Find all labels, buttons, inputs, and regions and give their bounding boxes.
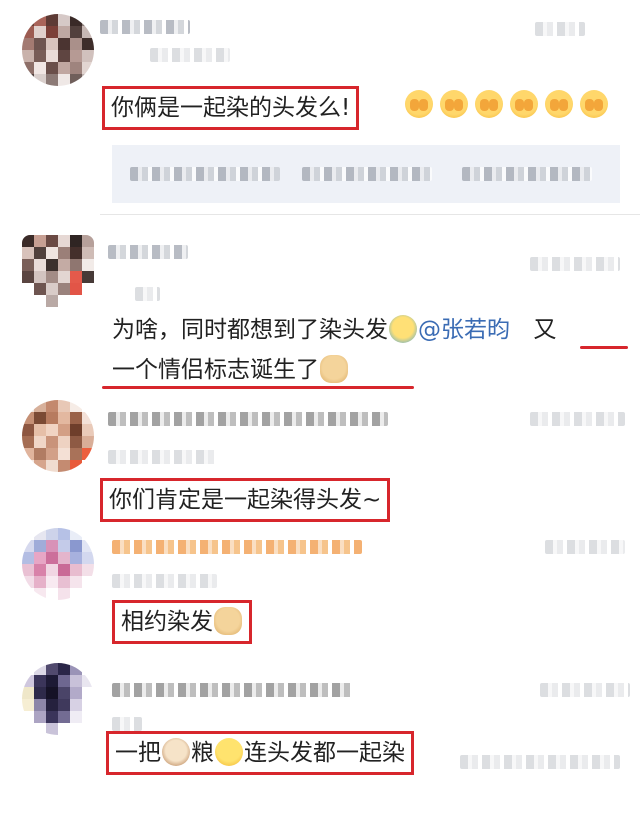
face-cover-icon <box>580 90 609 118</box>
meta-blurred <box>530 412 625 426</box>
comment-text: 为啥，同时都想到了染头发 <box>112 317 388 343</box>
comment-5: 一把 粮 连头发都一起染 <box>0 655 640 831</box>
face-cover-icon <box>545 90 574 118</box>
comment-text-box: 你俩是一起染的头发么! <box>102 86 360 130</box>
highlight-underline <box>102 386 414 389</box>
meta-blurred <box>540 683 630 697</box>
meta-blurred <box>108 450 218 464</box>
meta-blurred <box>150 48 230 62</box>
username-blurred[interactable] <box>108 412 388 426</box>
meta-blurred <box>135 287 160 301</box>
quoted-reply-box[interactable] <box>112 145 620 203</box>
username-blurred[interactable] <box>112 683 352 697</box>
avatar[interactable] <box>22 528 94 600</box>
mention-link[interactable]: @张若昀 <box>418 317 510 343</box>
quoted-reply-blurred <box>302 167 432 181</box>
laughing-icon <box>215 738 243 766</box>
username-blurred[interactable] <box>100 20 190 34</box>
avatar-mosaic <box>22 235 94 307</box>
hug-icon <box>389 315 417 343</box>
comment-text: 又 <box>533 317 557 343</box>
avatar[interactable] <box>22 14 94 86</box>
face-cover-icon <box>440 90 469 118</box>
face-cover-icon <box>510 90 539 118</box>
comment-text: 一个情侣标志诞生了 <box>112 357 319 383</box>
avatar-mosaic <box>22 400 94 472</box>
comment-text-line1: 为啥，同时都想到了染头发 @张若昀 又 <box>112 313 556 347</box>
comment-4: 相约染发 <box>0 520 640 655</box>
meta-blurred <box>112 574 217 588</box>
comment-1: 你俩是一起染的头发么! <box>0 0 640 215</box>
comment-text: 粮 <box>191 740 214 766</box>
doge-icon <box>320 355 348 383</box>
comment-3: 你们肯定是一起染得头发~ <box>0 390 640 522</box>
comment-text: 连头发都一起染 <box>244 740 405 766</box>
comment-text-box: 一把 粮 连头发都一起染 <box>106 731 414 775</box>
avatar[interactable] <box>22 235 94 307</box>
comment-text: 相约染发 <box>121 609 213 635</box>
comment-text-box: 相约染发 <box>112 600 252 644</box>
avatar-mosaic <box>22 663 94 735</box>
doge-icon <box>214 607 242 635</box>
highlight-underline <box>580 346 628 349</box>
username-blurred[interactable] <box>108 245 188 259</box>
comment-text: 一把 <box>115 740 161 766</box>
reaction-emojis <box>404 90 609 118</box>
avatar-mosaic <box>22 528 94 600</box>
comment-text: 你们肯定是一起染得头发~ <box>109 487 382 513</box>
avatar[interactable] <box>22 400 94 472</box>
comment-2: 为啥，同时都想到了染头发 @张若昀 又 一个情侣标志诞生了 <box>0 215 640 390</box>
face-cover-icon <box>475 90 504 118</box>
meta-blurred <box>535 22 585 36</box>
meta-blurred <box>530 257 620 271</box>
quoted-reply-blurred <box>130 167 280 181</box>
avatar[interactable] <box>22 663 94 735</box>
username-blurred[interactable] <box>112 540 362 554</box>
trailing-blurred <box>460 755 620 769</box>
meta-blurred <box>112 717 142 731</box>
face-cover-icon <box>405 90 433 118</box>
dog-icon <box>162 738 190 766</box>
comment-text-line2: 一个情侣标志诞生了 <box>112 353 349 387</box>
comment-text: 你俩是一起染的头发么! <box>111 95 351 121</box>
quoted-reply-blurred <box>462 167 592 181</box>
comment-text-box: 你们肯定是一起染得头发~ <box>100 478 391 522</box>
avatar-mosaic <box>22 14 94 86</box>
meta-blurred <box>545 540 625 554</box>
